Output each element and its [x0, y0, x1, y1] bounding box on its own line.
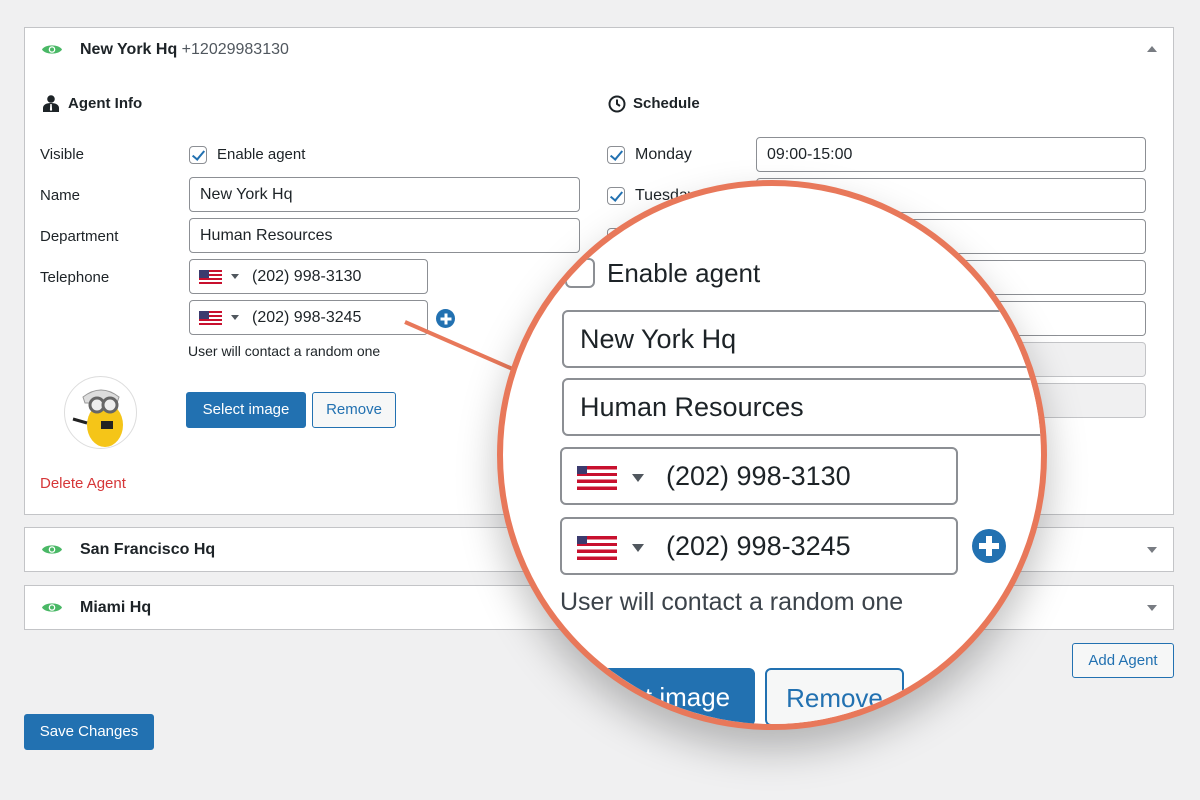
department-input[interactable]: Human Resources: [189, 218, 580, 253]
select-image-button[interactable]: Select image: [186, 392, 306, 428]
agent-header-title[interactable]: San Francisco Hq: [80, 541, 215, 559]
name-input-zoomed: New York Hq: [562, 310, 1041, 368]
telephone-value: (202) 998-3245: [666, 531, 851, 561]
phone-helper-text-zoomed: User will contact a random one: [560, 588, 904, 616]
eye-icon[interactable]: [41, 543, 63, 556]
user-icon: [43, 95, 59, 112]
enable-agent-label-zoomed: Enable agent: [607, 258, 761, 288]
save-changes-button[interactable]: Save Changes: [24, 714, 154, 750]
monday-label: Monday: [635, 146, 692, 163]
add-agent-button[interactable]: Add Agent: [1072, 643, 1174, 678]
us-flag-icon: [577, 536, 617, 560]
enable-agent-checkbox-zoomed: [565, 258, 595, 288]
enable-agent-label: Enable agent: [217, 146, 306, 163]
expand-arrow-icon[interactable]: [1147, 605, 1157, 611]
agent-avatar: [64, 376, 137, 449]
dropdown-arrow-icon: [632, 474, 644, 482]
eye-icon[interactable]: [41, 43, 63, 56]
monday-hours-input[interactable]: 09:00-15:00: [756, 137, 1146, 172]
dropdown-arrow-icon[interactable]: [231, 315, 239, 320]
dropdown-arrow-icon[interactable]: [231, 274, 239, 279]
telephone-input-1[interactable]: (202) 998-3130: [189, 259, 428, 294]
name-label: Name: [40, 187, 81, 204]
clock-icon: [608, 95, 626, 113]
telephone-input-1-zoomed: (202) 998-3130: [560, 447, 958, 505]
us-flag-icon[interactable]: [199, 311, 222, 325]
department-input-zoomed: Human Resources: [562, 378, 1041, 436]
monday-checkbox[interactable]: [607, 146, 625, 164]
collapse-arrow-icon[interactable]: [1147, 46, 1157, 52]
telephone-input-2-zoomed: (202) 998-3245: [560, 517, 958, 575]
eye-icon[interactable]: [41, 601, 63, 614]
enable-agent-checkbox[interactable]: [189, 146, 207, 164]
agent-header-title[interactable]: New York Hq +12029983130: [80, 41, 289, 59]
remove-image-button-zoomed: Remove: [765, 668, 904, 724]
telephone-value: (202) 998-3130: [252, 268, 362, 285]
agent-header-title[interactable]: Miami Hq: [80, 599, 151, 617]
delete-agent-link[interactable]: Delete Agent: [40, 475, 126, 492]
telephone-label: Telephone: [40, 269, 110, 286]
us-flag-icon[interactable]: [199, 270, 222, 284]
visible-label: Visible: [40, 146, 84, 163]
dropdown-arrow-icon: [632, 544, 644, 552]
tuesday-checkbox[interactable]: [607, 187, 625, 205]
magnifier-callout: Enable agent New York Hq Human Resources…: [497, 180, 1047, 730]
add-phone-icon[interactable]: [436, 309, 455, 328]
telephone-value: (202) 998-3245: [252, 309, 362, 326]
phone-helper-text: User will contact a random one: [188, 343, 381, 359]
department-label: Department: [40, 228, 119, 245]
name-input[interactable]: New York Hq: [189, 177, 580, 212]
us-flag-icon: [577, 466, 617, 490]
expand-arrow-icon[interactable]: [1147, 547, 1157, 553]
select-image-button-zoomed: Select image: [555, 668, 755, 724]
telephone-value: (202) 998-3130: [666, 461, 851, 491]
telephone-input-2[interactable]: (202) 998-3245: [189, 300, 428, 335]
add-phone-icon-zoomed: [972, 529, 1006, 563]
schedule-heading: Schedule: [633, 95, 700, 112]
agent-info-heading: Agent Info: [68, 95, 143, 112]
remove-image-button[interactable]: Remove: [312, 392, 396, 428]
